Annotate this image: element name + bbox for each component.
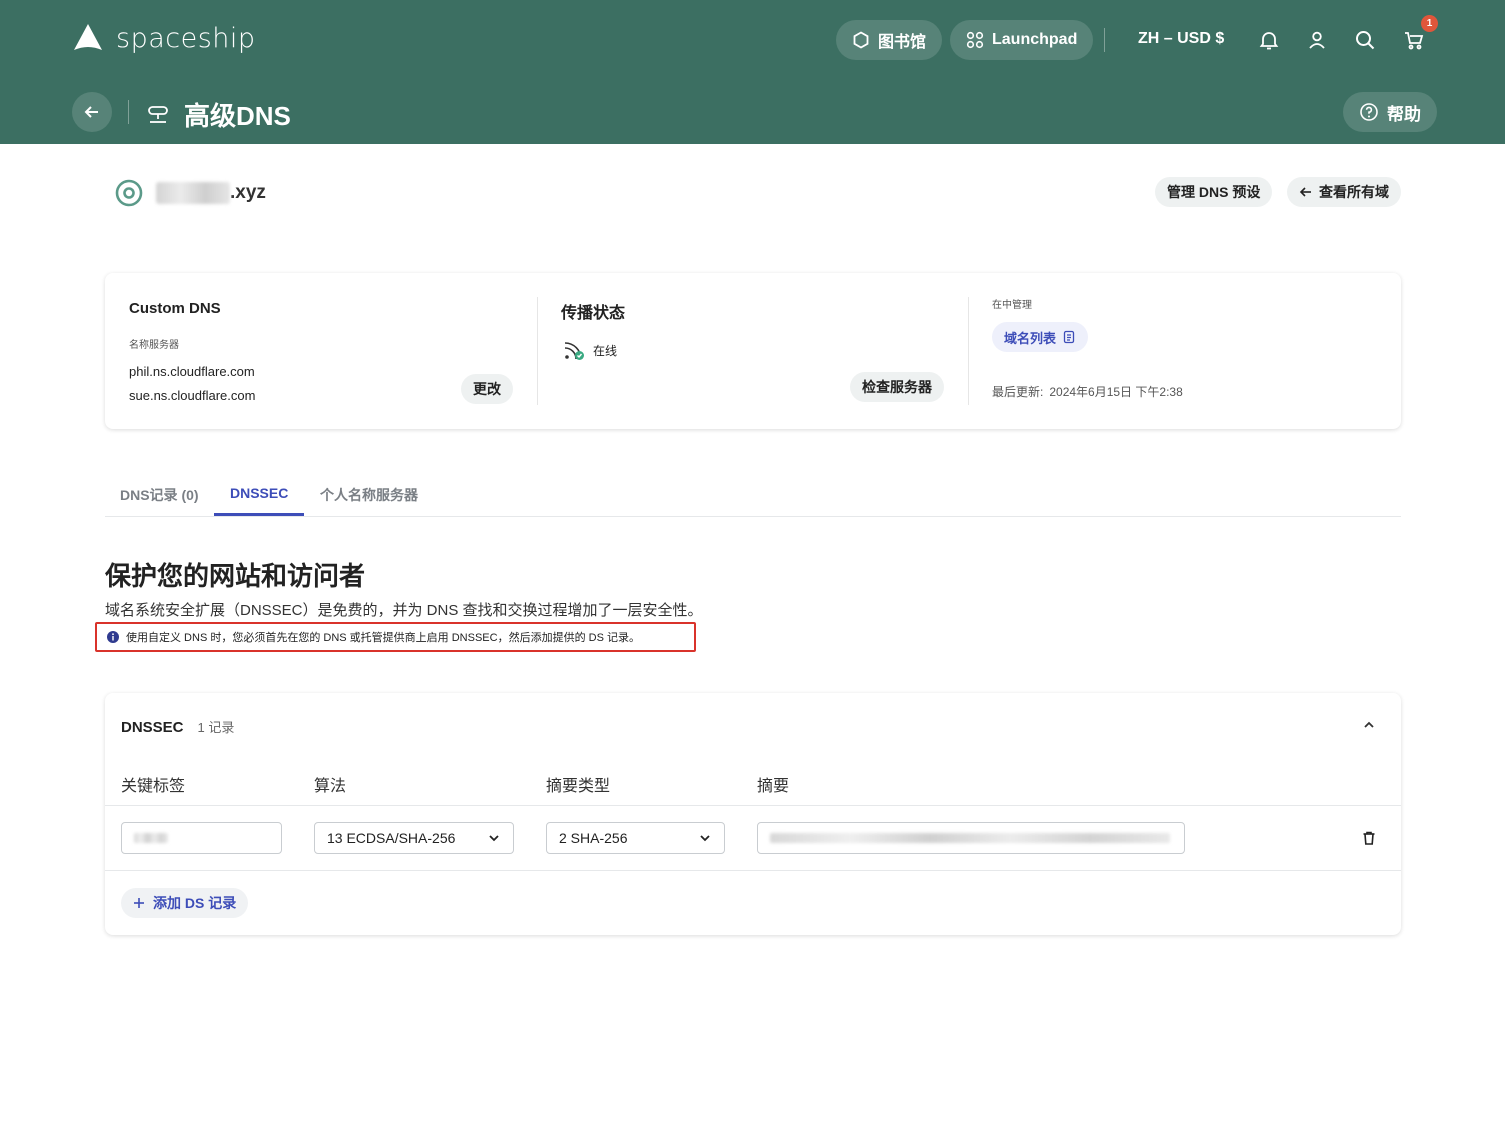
nameserver-2: sue.ns.cloudflare.com xyxy=(129,388,256,403)
grid-icon xyxy=(966,31,984,49)
domain-tld: .xyz xyxy=(230,182,266,203)
top-header: spaceship 图书馆 Launchpad ZH – USD $ 1 高级D… xyxy=(0,0,1505,144)
user-icon[interactable] xyxy=(1305,28,1329,52)
row-divider xyxy=(105,805,1401,806)
managed-in-label: 在中管理 xyxy=(992,300,1032,311)
algorithm-value: 13 ECDSA/SHA-256 xyxy=(327,830,456,846)
domain-list-label: 域名列表 xyxy=(1004,330,1057,346)
library-label: 图书馆 xyxy=(878,34,927,51)
row-divider xyxy=(105,870,1401,871)
view-all-domains-button[interactable]: 查看所有域 xyxy=(1287,177,1401,207)
domain-target-icon xyxy=(115,179,143,207)
bell-icon[interactable] xyxy=(1257,28,1281,52)
help-label: 帮助 xyxy=(1387,104,1421,124)
add-ds-record-label: 添加 DS 记录 xyxy=(153,895,237,911)
launchpad-label: Launchpad xyxy=(992,31,1078,48)
back-button[interactable] xyxy=(72,92,112,132)
change-label: 更改 xyxy=(473,381,501,397)
dns-server-icon xyxy=(148,105,168,123)
key-tag-input[interactable] xyxy=(121,822,282,854)
help-button[interactable]: 帮助 xyxy=(1343,92,1437,132)
column-divider xyxy=(537,297,538,405)
info-icon xyxy=(107,631,119,643)
question-circle-icon xyxy=(1360,103,1378,121)
dnssec-records-card: DNSSEC 1 记录 关键标签 算法 摘要类型 摘要 13 ECDSA/SHA… xyxy=(105,693,1401,935)
plus-icon xyxy=(134,898,144,908)
language-currency-selector[interactable]: ZH – USD $ xyxy=(1138,30,1224,48)
key-tag-redacted xyxy=(134,833,168,843)
arrow-left-icon xyxy=(84,106,98,118)
propagation-title: 传播状态 xyxy=(561,305,626,322)
section-title: 保护您的网站和访问者 xyxy=(105,561,366,591)
add-ds-record-button[interactable]: 添加 DS 记录 xyxy=(121,888,249,918)
chevron-down-icon xyxy=(700,835,710,842)
dns-info-card: Custom DNS 名称服务器 phil.ns.cloudflare.com … xyxy=(105,273,1401,429)
nameservers-label: 名称服务器 xyxy=(129,340,179,351)
arrow-left-icon xyxy=(1299,187,1311,197)
trash-icon[interactable] xyxy=(1361,830,1377,846)
column-digest-type: 摘要类型 xyxy=(546,778,611,795)
nameserver-1: phil.ns.cloudflare.com xyxy=(129,364,255,379)
column-divider xyxy=(968,297,969,405)
last-updated: 最后更新: 2024年6月15日 下午2:38 xyxy=(992,383,1183,400)
tab-dnssec[interactable]: DNSSEC xyxy=(230,485,288,501)
manage-dns-presets-label: 管理 DNS 预设 xyxy=(1167,184,1261,200)
library-button[interactable]: 图书馆 xyxy=(836,20,943,60)
last-updated-value: 2024年6月15日 下午2:38 xyxy=(1049,385,1183,399)
domain-heading: .xyz xyxy=(114,178,266,208)
chevron-down-icon xyxy=(489,835,499,842)
dnssec-card-header: DNSSEC 1 记录 xyxy=(121,717,234,736)
search-icon[interactable] xyxy=(1353,28,1377,52)
nav-divider xyxy=(1104,28,1105,52)
dnssec-title: DNSSEC xyxy=(121,719,184,736)
section-description: 域名系统安全扩展（DNSSEC）是免费的，并为 DNS 查找和交换过程增加了一层… xyxy=(105,602,703,619)
check-servers-label: 检查服务器 xyxy=(862,379,932,395)
tabs-divider xyxy=(105,516,1401,517)
digest-type-select[interactable]: 2 SHA-256 xyxy=(546,822,725,854)
algorithm-select[interactable]: 13 ECDSA/SHA-256 xyxy=(314,822,514,854)
custom-dns-title: Custom DNS xyxy=(129,300,221,317)
last-updated-label: 最后更新: xyxy=(992,385,1044,399)
cart-count-badge: 1 xyxy=(1421,15,1438,32)
brand-logo[interactable]: spaceship xyxy=(72,22,256,54)
chevron-up-icon[interactable] xyxy=(1361,717,1377,733)
notice-text: 使用自定义 DNS 时，您必须首先在您的 DNS 或托管提供商上启用 DNSSE… xyxy=(126,632,640,644)
column-key-tag: 关键标签 xyxy=(121,778,186,795)
view-all-domains-label: 查看所有域 xyxy=(1319,184,1389,200)
manage-dns-presets-button[interactable]: 管理 DNS 预设 xyxy=(1155,177,1273,207)
check-servers-button[interactable]: 检查服务器 xyxy=(850,372,944,402)
tab-dns-records[interactable]: DNS记录 (0) xyxy=(120,485,199,505)
domain-list-link[interactable]: 域名列表 xyxy=(992,322,1089,352)
page-title: 高级DNS xyxy=(146,96,291,133)
hexagon-icon xyxy=(853,31,869,49)
launchpad-button[interactable]: Launchpad xyxy=(950,20,1094,60)
change-nameservers-button[interactable]: 更改 xyxy=(461,374,513,404)
digest-input[interactable] xyxy=(757,822,1185,854)
digest-redacted xyxy=(770,833,1170,843)
status-text: 在线 xyxy=(593,343,618,358)
custom-dns-notice: 使用自定义 DNS 时，您必须首先在您的 DNS 或托管提供商上启用 DNSSE… xyxy=(95,622,696,652)
record-count: 1 记录 xyxy=(197,720,235,735)
brand-name: spaceship xyxy=(116,22,256,54)
column-digest: 摘要 xyxy=(757,778,790,795)
propagation-status: 在线 xyxy=(563,339,617,361)
tab-personal-nameservers[interactable]: 个人名称服务器 xyxy=(320,485,418,505)
domain-name-redacted xyxy=(156,182,230,204)
spaceship-logo-icon xyxy=(74,24,102,50)
cart-icon[interactable] xyxy=(1402,28,1426,52)
title-divider xyxy=(128,100,129,124)
page-title-text: 高级DNS xyxy=(184,101,291,131)
list-icon xyxy=(1063,330,1075,344)
column-algorithm: 算法 xyxy=(314,778,347,795)
digest-type-value: 2 SHA-256 xyxy=(559,830,628,846)
broadcast-online-icon xyxy=(564,342,584,360)
